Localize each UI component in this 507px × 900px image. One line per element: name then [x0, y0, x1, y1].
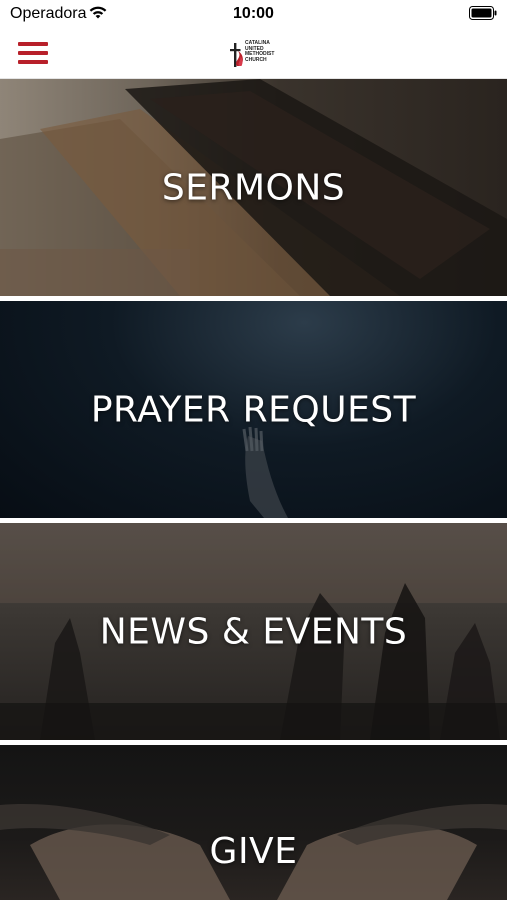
status-bar: Operadora 10:00 [0, 0, 507, 30]
give-tile[interactable]: GIVE [0, 745, 507, 900]
hamburger-menu-icon[interactable] [18, 40, 48, 66]
app-header: CATALINA UNITED METHODIST CHURCH [0, 30, 507, 79]
news-events-tile[interactable]: NEWS & EVENTS [0, 523, 507, 740]
open-hands-image [0, 804, 507, 900]
church-logo: CATALINA UNITED METHODIST CHURCH [228, 40, 288, 68]
prayer-request-label: PRAYER REQUEST [90, 389, 417, 430]
sermons-label: SERMONS [161, 167, 346, 208]
news-events-label: NEWS & EVENTS [99, 611, 408, 652]
logo-text: CATALINA UNITED METHODIST CHURCH [245, 40, 275, 63]
give-label: GIVE [209, 831, 298, 872]
battery-icon [469, 6, 497, 20]
sermons-tile[interactable]: SERMONS [0, 79, 507, 296]
prayer-request-tile[interactable]: PRAYER REQUEST [0, 301, 507, 518]
cross-and-flame-icon [230, 43, 243, 67]
status-time: 10:00 [233, 5, 274, 22]
